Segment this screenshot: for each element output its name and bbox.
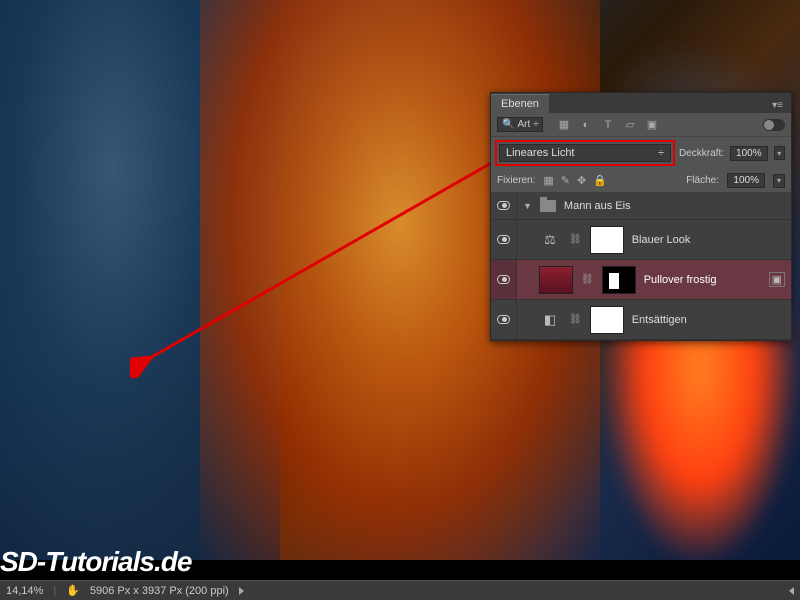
fill-label: Fläche: [686, 175, 719, 186]
layer-fx-icon[interactable]: ▣ [769, 272, 785, 287]
mask-thumbnail[interactable] [590, 306, 624, 334]
link-icon: ⛓ [581, 274, 594, 285]
filter-adjust-icon[interactable]: ◐ [579, 118, 593, 132]
status-separator: | [53, 585, 56, 597]
layer-item-entsaettigen[interactable]: ◧ ⛓ Entsättigen [491, 300, 791, 340]
mask-thumbnail[interactable] [590, 226, 624, 254]
lock-all-icon[interactable]: 🔒 [593, 174, 607, 187]
layer-item-blauer-look[interactable]: ⚖ ⛓ Blauer Look [491, 220, 791, 260]
link-icon: ⛓ [569, 234, 582, 245]
zoom-level[interactable]: 14,14% [6, 585, 43, 597]
status-scroll-left-icon[interactable] [789, 587, 794, 595]
lock-label: Fixieren: [497, 175, 535, 186]
panel-tabbar: Ebenen ▾≡ [491, 93, 791, 113]
lock-row: Fixieren: ▦ ✎ ✥ 🔒 Fläche: 100% ▾ [491, 169, 791, 192]
layers-panel: Ebenen ▾≡ 🔍 Art ÷ ▦ ◐ T ▱ ▣ Lineares Lic… [490, 92, 792, 341]
visibility-toggle[interactable] [491, 192, 517, 219]
filter-shape-icon[interactable]: ▱ [623, 118, 637, 132]
chevron-down-icon: ÷ [658, 147, 664, 159]
eye-icon [497, 235, 510, 244]
blend-mode-select[interactable]: Lineares Licht ÷ [499, 144, 671, 162]
filter-toggle[interactable] [763, 119, 785, 131]
visibility-toggle[interactable] [491, 300, 517, 339]
fill-dropdown-icon[interactable]: ▾ [773, 174, 785, 188]
folder-icon [540, 200, 556, 212]
status-next-icon[interactable] [239, 587, 244, 595]
status-bar: 14,14% | ✋ 5906 Px x 3937 Px (200 ppi) [0, 580, 800, 600]
eye-icon [497, 315, 510, 324]
layer-thumbnail[interactable] [539, 266, 573, 294]
doc-hand-icon[interactable]: ✋ [66, 584, 80, 597]
filter-icons: ▦ ◐ T ▱ ▣ [557, 118, 659, 132]
layer-name-label: Pullover frostig [644, 274, 717, 286]
mask-thumbnail[interactable] [602, 266, 636, 294]
eye-icon [497, 275, 510, 284]
watermark: SD-Tutorials.de [0, 546, 191, 578]
color-balance-icon: ⚖ [539, 229, 561, 251]
lock-icons: ▦ ✎ ✥ 🔒 [543, 174, 607, 187]
blend-mode-value: Lineares Licht [506, 147, 575, 159]
chevron-icon: ÷ [533, 119, 539, 130]
layer-list: ▼ Mann aus Eis ⚖ ⛓ Blauer Look ⛓ [491, 192, 791, 340]
filter-label: Art [517, 119, 530, 130]
visibility-toggle[interactable] [491, 220, 517, 259]
filter-type-icon[interactable]: T [601, 118, 615, 132]
layer-group[interactable]: ▼ Mann aus Eis [491, 192, 791, 220]
link-icon: ⛓ [569, 314, 582, 325]
filter-pixel-icon[interactable]: ▦ [557, 118, 571, 132]
layer-group-name: Mann aus Eis [564, 200, 631, 212]
search-icon: 🔍 [502, 119, 514, 130]
panel-menu-icon[interactable]: ▾≡ [768, 98, 787, 113]
opacity-dropdown-icon[interactable]: ▾ [774, 146, 785, 160]
opacity-label: Deckkraft: [679, 148, 724, 159]
opacity-value[interactable]: 100% [730, 146, 768, 161]
lock-pixels-icon[interactable]: ✎ [561, 174, 570, 187]
eye-icon [497, 201, 510, 210]
layer-item-pullover-frostig[interactable]: ⛓ Pullover frostig ▣ [491, 260, 791, 300]
visibility-toggle[interactable] [491, 260, 517, 299]
blend-row: Lineares Licht ÷ Deckkraft: 100% ▾ [491, 137, 791, 169]
group-expand-icon[interactable]: ▼ [523, 201, 532, 211]
layer-filter-type[interactable]: 🔍 Art ÷ [497, 117, 543, 132]
layer-name-label: Blauer Look [632, 234, 691, 246]
lock-position-icon[interactable]: ✥ [577, 174, 586, 187]
blend-mode-highlight: Lineares Licht ÷ [495, 140, 675, 166]
lock-transparent-icon[interactable]: ▦ [543, 174, 553, 187]
document-dimensions: 5906 Px x 3937 Px (200 ppi) [90, 585, 229, 597]
filter-row: 🔍 Art ÷ ▦ ◐ T ▱ ▣ [491, 113, 791, 137]
adjustment-icon: ◧ [539, 309, 561, 331]
layers-tab[interactable]: Ebenen [491, 94, 549, 113]
filter-smart-icon[interactable]: ▣ [645, 118, 659, 132]
layer-name-label: Entsättigen [632, 314, 687, 326]
fill-value[interactable]: 100% [727, 173, 765, 188]
